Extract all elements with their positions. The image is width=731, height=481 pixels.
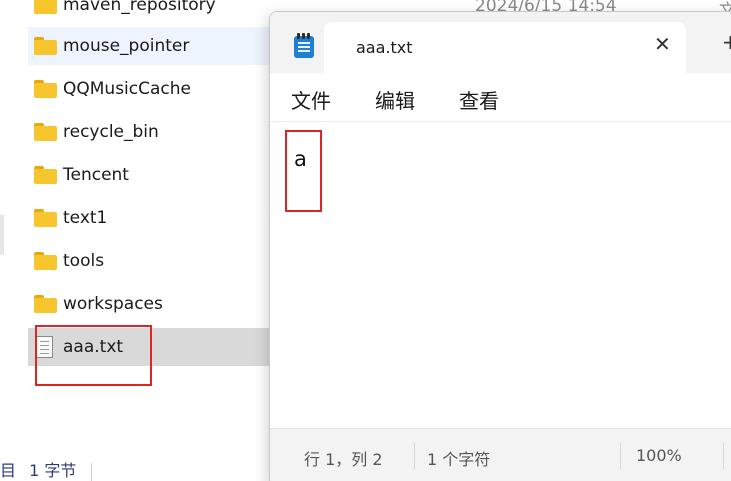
file-name: mouse_pointer <box>63 36 190 56</box>
status-divider <box>91 462 93 481</box>
tab-title: aaa.txt <box>356 38 413 57</box>
file-row-recycle-bin[interactable]: recycle_bin <box>28 113 278 151</box>
file-row-tencent[interactable]: Tencent <box>28 156 278 194</box>
explorer-scroll-strip[interactable] <box>0 215 4 255</box>
file-row-qqmusiccache[interactable]: QQMusicCache <box>28 70 278 108</box>
folder-icon <box>34 209 57 227</box>
notepad-status-bar: 行 1，列 2 1 个字符 100% <box>270 428 731 481</box>
file-row-mouse-pointer[interactable]: mouse_pointer <box>28 27 278 65</box>
status-divider <box>620 443 621 469</box>
file-name: QQMusicCache <box>63 79 191 99</box>
highlight-box-file <box>35 325 152 386</box>
notepad-menu-bar: 文件 编辑 查看 <box>270 73 731 122</box>
folder-icon <box>34 123 57 141</box>
file-name: maven_repository <box>63 0 216 15</box>
file-name: workspaces <box>63 294 163 314</box>
folder-icon <box>34 252 57 270</box>
status-zoom[interactable]: 100% <box>636 446 682 465</box>
tab-aaa-txt[interactable]: aaa.txt ✕ <box>324 22 686 73</box>
notepad-title-bar[interactable]: aaa.txt ✕ + <box>270 12 731 73</box>
menu-edit[interactable]: 编辑 <box>375 85 415 114</box>
file-row-text1[interactable]: text1 <box>28 199 278 237</box>
folder-icon <box>34 37 57 55</box>
menu-file[interactable]: 文件 <box>291 85 331 114</box>
status-divider <box>414 443 415 469</box>
file-row-maven-repository[interactable]: maven_repository <box>28 0 278 24</box>
folder-icon <box>34 295 57 313</box>
new-tab-icon[interactable]: + <box>722 32 731 52</box>
status-item-count-tail: 目 <box>0 461 17 480</box>
file-name: tools <box>63 251 105 271</box>
close-icon[interactable]: ✕ <box>654 34 671 54</box>
status-cursor-position: 行 1，列 2 <box>304 450 383 469</box>
notepad-icon <box>294 33 314 58</box>
file-row-workspaces[interactable]: workspaces <box>28 285 278 323</box>
folder-icon <box>34 166 57 184</box>
file-name: recycle_bin <box>63 122 159 142</box>
notepad-window: aaa.txt ✕ + 文件 编辑 查看 a 行 1，列 2 1 个字符 100… <box>269 11 731 481</box>
file-name: text1 <box>63 208 108 228</box>
explorer-status-bar: 目 1 字节 <box>0 457 93 481</box>
menu-view[interactable]: 查看 <box>459 85 499 114</box>
text-editor-area[interactable]: a <box>270 123 731 428</box>
status-selected-size: 1 字节 <box>29 461 77 480</box>
folder-icon <box>34 80 57 98</box>
highlight-box-text <box>285 130 322 212</box>
file-row-tools[interactable]: tools <box>28 242 278 280</box>
status-divider <box>723 443 724 469</box>
status-char-count: 1 个字符 <box>427 450 491 469</box>
folder-icon <box>34 0 57 14</box>
file-name: Tencent <box>63 165 129 185</box>
